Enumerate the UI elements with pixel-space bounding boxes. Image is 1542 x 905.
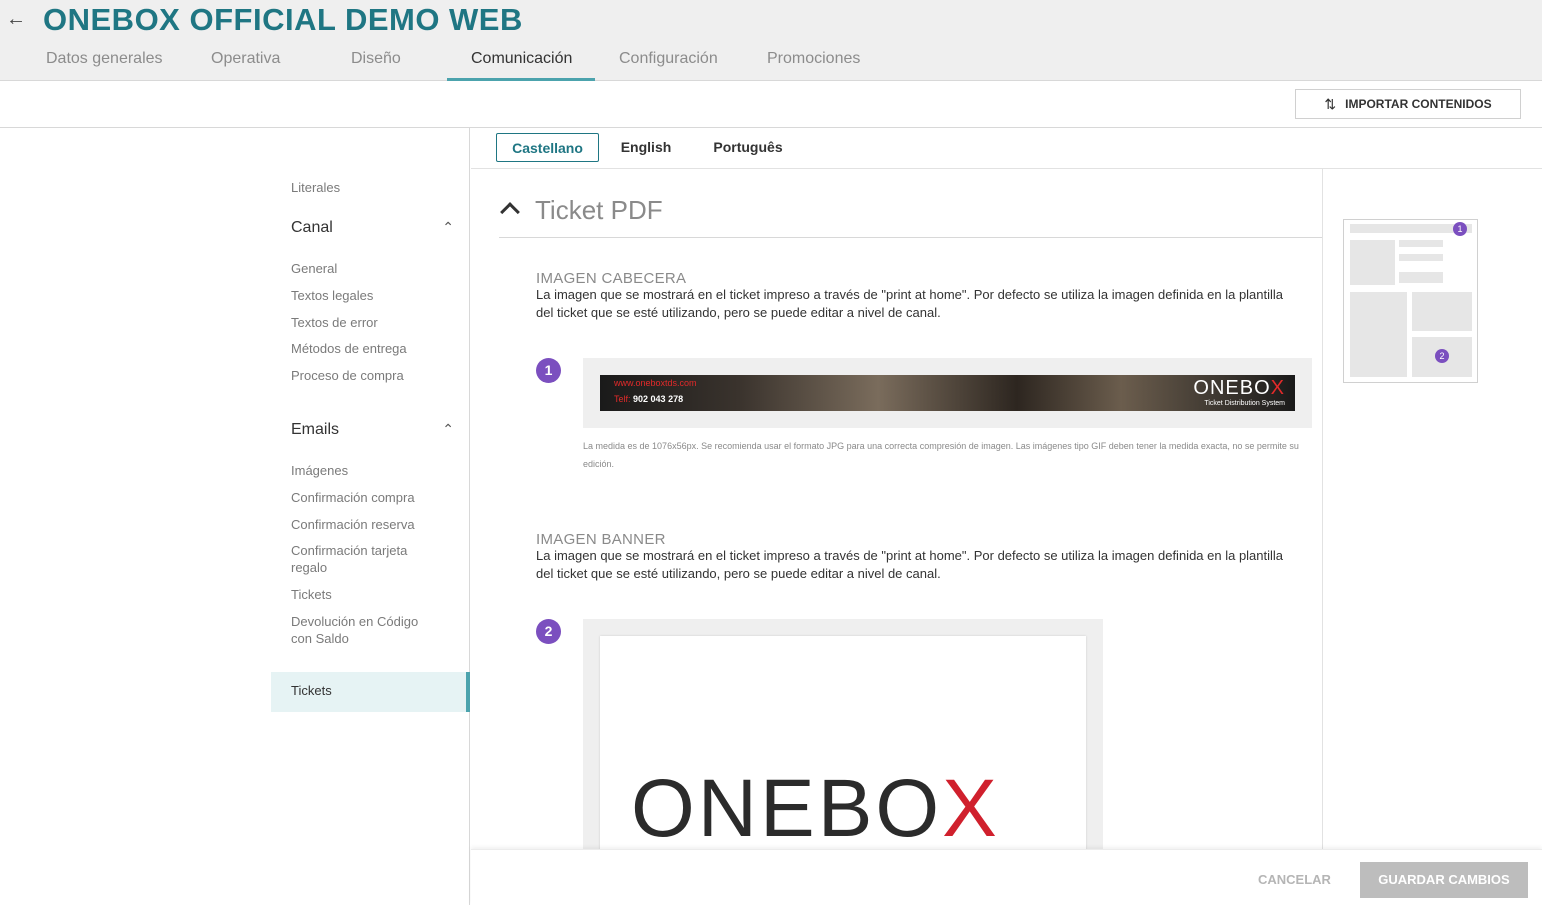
tab-language-portugues[interactable]: Português (703, 133, 793, 162)
sidebar-group-label: Emails (291, 421, 340, 438)
tab-language-english[interactable]: English (611, 133, 681, 162)
sidebar: Literales Canal ⌃ General Textos legales… (0, 128, 470, 905)
sidebar-item-general[interactable]: General (291, 260, 441, 277)
sidebar-item-devolucion-codigo-saldo[interactable]: Devolución en Código con Saldo (291, 613, 441, 647)
banner-website: www.oneboxtds.com (614, 378, 697, 388)
sidebar-item-confirmacion-compra[interactable]: Confirmación compra (291, 489, 441, 506)
section-header-ticket-pdf[interactable]: Ticket PDF (499, 195, 1322, 238)
banner-logo: ONEBOX (1193, 377, 1285, 399)
banner-image-upload[interactable]: ONEBOX (583, 619, 1103, 849)
page-title: ONEBOX OFFICIAL DEMO WEB (43, 2, 523, 37)
tab-diseno[interactable]: Diseño (327, 40, 447, 81)
cancel-button[interactable]: CANCELAR (1258, 872, 1331, 887)
sidebar-item-imagenes[interactable]: Imágenes (291, 462, 441, 479)
chevron-up-icon (500, 202, 520, 222)
banner-logo-subtitle: Ticket Distribution System (1204, 400, 1285, 407)
banner-image-preview: ONEBOX (600, 636, 1086, 849)
import-contents-label: IMPORTAR CONTENIDOS (1345, 97, 1492, 111)
swap-vertical-icon: ⇅ (1324, 95, 1337, 112)
section-title: Ticket PDF (535, 195, 663, 225)
import-contents-button[interactable]: ⇅ IMPORTAR CONTENIDOS (1295, 89, 1521, 119)
ticket-layout-preview: 1 2 (1343, 219, 1478, 383)
footer-actions: CANCELAR GUARDAR CAMBIOS (471, 849, 1542, 905)
preview-block (1350, 240, 1395, 285)
tab-promociones[interactable]: Promociones (743, 40, 883, 81)
sidebar-group-emails[interactable]: Emails ⌃ (291, 421, 456, 439)
sidebar-item-tickets-email[interactable]: Tickets (291, 586, 441, 603)
onebox-logo: ONEBOX (631, 763, 1000, 850)
sidebar-item-literales[interactable]: Literales (291, 179, 441, 196)
tab-datos-generales[interactable]: Datos generales (22, 40, 187, 81)
save-changes-button[interactable]: GUARDAR CAMBIOS (1360, 862, 1528, 898)
tab-comunicacion[interactable]: Comunicación (447, 40, 595, 81)
sidebar-item-confirmacion-tarjeta-regalo[interactable]: Confirmación tarjeta regalo (291, 542, 441, 576)
header-image-preview: www.oneboxtds.com Telf: 902 043 278 ONEB… (600, 375, 1295, 411)
preview-block (1399, 240, 1443, 247)
sidebar-item-textos-error[interactable]: Textos de error (291, 314, 441, 331)
sidebar-item-textos-legales[interactable]: Textos legales (291, 287, 441, 304)
field-hint: La medida es de 1076x56px. Se recomienda… (583, 441, 1299, 469)
sidebar-item-proceso-compra[interactable]: Proceso de compra (291, 367, 441, 384)
tab-language-castellano[interactable]: Castellano (496, 133, 599, 162)
language-tabs: Castellano English Português (471, 128, 1542, 169)
sidebar-group-label: Canal (291, 219, 333, 236)
main-content: Ticket PDF Imagen cabecera La imagen que… (471, 169, 1323, 849)
number-badge-2: 2 (536, 619, 561, 644)
sidebar-group-canal[interactable]: Canal ⌃ (291, 219, 456, 237)
field-description: La imagen que se mostrará en el ticket i… (536, 548, 1284, 581)
preview-block (1350, 292, 1407, 377)
preview-badge-1: 1 (1453, 222, 1467, 236)
tab-configuracion[interactable]: Configuración (595, 40, 743, 81)
sidebar-item-confirmacion-reserva[interactable]: Confirmación reserva (291, 516, 441, 533)
main-tabs: Datos generales Operativa Diseño Comunic… (22, 40, 883, 81)
sidebar-item-tickets-active[interactable]: Tickets (271, 672, 470, 712)
back-arrow-icon[interactable]: ← (6, 8, 26, 30)
app-header: ← ONEBOX OFFICIAL DEMO WEB Datos general… (0, 0, 1542, 81)
field-title-imagen-cabecera: Imagen cabecera (536, 270, 687, 287)
preview-block (1399, 254, 1443, 261)
sidebar-item-metodos-entrega[interactable]: Métodos de entrega (291, 340, 441, 357)
header-image-upload[interactable]: www.oneboxtds.com Telf: 902 043 278 ONEB… (583, 358, 1312, 428)
banner-phone: Telf: 902 043 278 (614, 394, 684, 404)
toolbar: ⇅ IMPORTAR CONTENIDOS (0, 82, 1542, 128)
chevron-up-icon: ⌃ (442, 421, 454, 437)
chevron-up-icon: ⌃ (442, 219, 454, 235)
number-badge-1: 1 (536, 358, 561, 383)
preview-block (1399, 272, 1443, 283)
preview-badge-2: 2 (1435, 349, 1449, 363)
tab-operativa[interactable]: Operativa (187, 40, 327, 81)
preview-block (1412, 292, 1472, 331)
field-title-imagen-banner: Imagen banner (536, 531, 666, 548)
field-description: La imagen que se mostrará en el ticket i… (536, 287, 1284, 320)
